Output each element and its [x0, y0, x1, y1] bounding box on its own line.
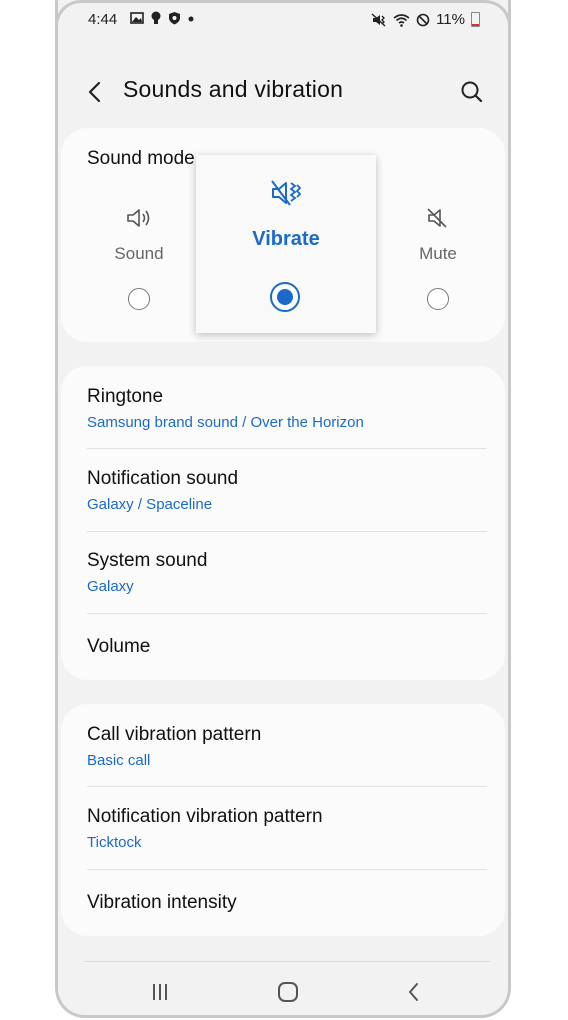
battery-percent: 11%	[436, 11, 465, 28]
vibration-intensity-item[interactable]: Vibration intensity	[61, 870, 505, 936]
vibration-settings-card: Call vibration pattern Basic call Notifi…	[61, 704, 505, 936]
sound-mode-option-sound[interactable]: Sound	[89, 206, 189, 310]
status-time: 4:44	[88, 11, 118, 28]
app-bar: Sounds and vibration	[58, 70, 508, 114]
system-sound-title: System sound	[87, 550, 208, 571]
sound-mode-radio-vibrate[interactable]	[270, 282, 300, 312]
sound-mode-radio-sound[interactable]	[128, 288, 150, 310]
vibrate-mode-label: Vibrate	[252, 228, 320, 250]
notification-vibration-pattern-title: Notification vibration pattern	[87, 806, 323, 827]
back-icon[interactable]	[400, 980, 428, 1004]
divider	[84, 961, 490, 962]
notification-vibration-pattern-item[interactable]: Notification vibration pattern Ticktock	[61, 787, 505, 869]
call-vibration-pattern-item[interactable]: Call vibration pattern Basic call	[61, 704, 505, 786]
ringtone-item[interactable]: Ringtone Samsung brand sound / Over the …	[61, 366, 505, 448]
vibrate-icon	[271, 180, 302, 206]
sound-settings-card: Ringtone Samsung brand sound / Over the …	[61, 366, 505, 680]
notification-vibration-pattern-value: Ticktock	[87, 834, 142, 851]
volume-item[interactable]: Volume	[61, 614, 505, 680]
sound-mode-option-mute[interactable]: Mute	[388, 206, 488, 310]
phone-screen: 4:44 11% Sounds and vibration Sound mode…	[55, 0, 511, 1018]
sound-mode-label: Sound	[114, 244, 164, 263]
ringtone-title: Ringtone	[87, 386, 164, 407]
status-bar: 4:44 11%	[58, 8, 508, 32]
dot-icon	[188, 16, 194, 22]
speaker-icon	[127, 209, 150, 227]
volume-title: Volume	[87, 636, 151, 657]
home-icon[interactable]	[274, 980, 302, 1004]
notification-sound-item[interactable]: Notification sound Galaxy / Spaceline	[61, 449, 505, 531]
ringtone-value: Samsung brand sound / Over the Horizon	[87, 414, 364, 431]
image-icon	[130, 12, 144, 24]
system-sound-item[interactable]: System sound Galaxy	[61, 532, 505, 614]
bulb-icon	[151, 11, 161, 24]
vibrate-mode-icon	[371, 12, 386, 27]
vibration-intensity-title: Vibration intensity	[87, 892, 237, 913]
battery-icon	[471, 12, 480, 27]
page-title: Sounds and vibration	[123, 76, 344, 102]
notification-sound-title: Notification sound	[87, 468, 239, 489]
notification-sound-value: Galaxy / Spaceline	[87, 496, 213, 513]
dnd-icon	[416, 13, 430, 26]
call-vibration-pattern-value: Basic call	[87, 752, 151, 769]
sound-mode-title: Sound mode	[87, 148, 195, 169]
navigation-bar	[58, 970, 508, 1014]
call-vibration-pattern-title: Call vibration pattern	[87, 724, 262, 745]
shield-icon	[169, 12, 180, 25]
recents-icon[interactable]	[146, 980, 174, 1004]
wifi-icon	[393, 13, 410, 27]
system-sound-value: Galaxy	[87, 578, 134, 595]
mute-mode-label: Mute	[419, 244, 457, 263]
sound-mode-option-vibrate[interactable]: Vibrate	[196, 155, 376, 333]
mute-icon	[427, 208, 447, 228]
sound-mode-radio-mute[interactable]	[427, 288, 449, 310]
chevron-left-icon[interactable]	[82, 78, 110, 106]
search-icon[interactable]	[458, 78, 486, 106]
